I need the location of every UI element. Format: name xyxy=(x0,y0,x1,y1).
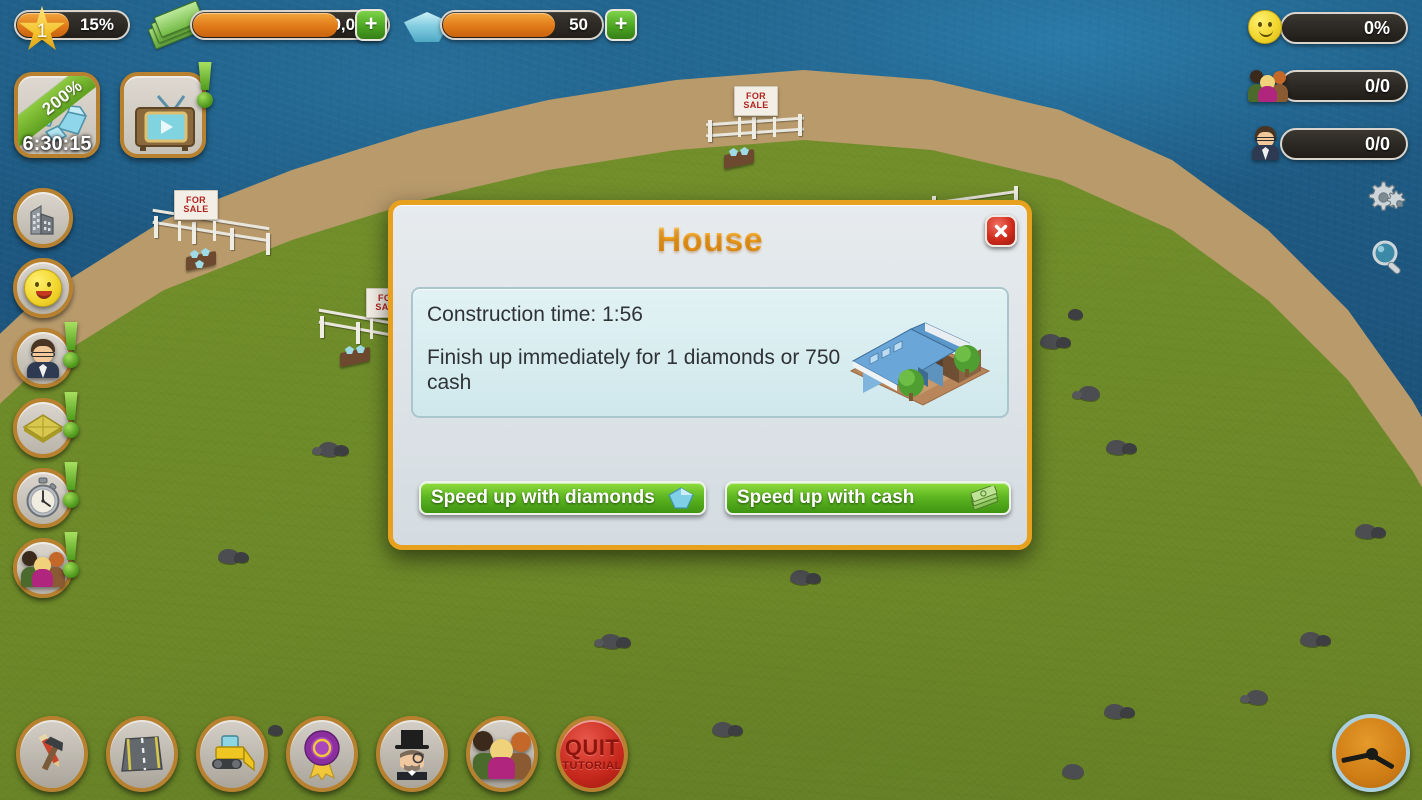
businessman-icon xyxy=(1248,126,1288,162)
speed-up-with-diamonds-button[interactable]: Speed up with diamonds xyxy=(419,481,706,515)
rosette-icon xyxy=(304,730,340,780)
stat-residents[interactable]: 0/0 xyxy=(1248,70,1408,102)
building-info-dialog: House Construction time: 1:56 Finish up … xyxy=(388,200,1032,550)
hammer-pencil-icon xyxy=(38,733,64,771)
boost-timer: 6:30:15 xyxy=(22,133,92,155)
bottom-item-bulldoze[interactable] xyxy=(196,716,268,792)
happiness-value: 0% xyxy=(1363,17,1390,38)
exclamation-badge-icon xyxy=(62,462,80,508)
smiley-face-icon xyxy=(1248,10,1288,46)
for-sale-line2: SALE xyxy=(183,204,209,214)
residents-icon xyxy=(473,729,531,779)
speed-up-diamonds-label: Speed up with diamonds xyxy=(431,487,655,508)
gear-icon[interactable] xyxy=(1364,176,1412,220)
close-icon[interactable] xyxy=(985,215,1017,247)
clock-icon[interactable] xyxy=(1332,714,1410,792)
page-title: House xyxy=(393,221,1027,260)
diamond-boost-tile[interactable]: 200% 6:30:15 xyxy=(14,72,100,158)
residents-icon xyxy=(1248,68,1288,104)
exclamation-badge-icon xyxy=(62,322,80,368)
top-hat-man-icon xyxy=(395,730,429,780)
cash-pill-fill xyxy=(193,13,339,37)
residents-icon xyxy=(21,549,65,587)
exclamation-badge-icon xyxy=(62,532,80,578)
land-plot-icon xyxy=(22,414,64,443)
bottom-item-population[interactable] xyxy=(466,716,538,792)
sidebar-item-buildings[interactable] xyxy=(13,188,73,248)
exclamation-badge-icon xyxy=(62,392,80,438)
diamond-value: 50 xyxy=(569,15,588,34)
bottom-item-roads[interactable] xyxy=(106,716,178,792)
bulldozer-icon xyxy=(212,735,255,772)
smiley-face-icon xyxy=(24,269,62,307)
construction-info-panel: Construction time: 1:56 Finish up immedi… xyxy=(411,287,1009,418)
speed-up-with-cash-button[interactable]: Speed up with cash xyxy=(725,481,1011,515)
diamond-counter[interactable]: 50 xyxy=(440,10,604,40)
video-ad-tile[interactable] xyxy=(120,72,206,158)
money-stack-icon xyxy=(969,486,999,510)
bottom-item-build[interactable] xyxy=(16,716,88,792)
for-sale-sign: FOR SALE xyxy=(174,190,218,241)
bottom-item-awards[interactable] xyxy=(286,716,358,792)
finish-cost-text: Finish up immediately for 1 diamonds or … xyxy=(427,346,841,394)
diamond-icon xyxy=(668,487,694,509)
stat-happiness[interactable]: 0% xyxy=(1248,10,1408,46)
diamond-cart xyxy=(340,344,374,368)
television-icon xyxy=(135,95,195,151)
stat-workers[interactable]: 0/0 xyxy=(1248,126,1408,162)
diamond-cart xyxy=(724,146,758,170)
house-isometric-icon xyxy=(849,322,991,406)
businessman-icon xyxy=(23,338,63,378)
for-sale-sign: FOR SALE xyxy=(734,86,778,137)
diamond-pill-fill xyxy=(443,13,555,37)
level-progress-label: 15% xyxy=(79,15,114,34)
bottom-item-mayor[interactable] xyxy=(376,716,448,792)
quit-label-line1: QUIT xyxy=(564,734,620,760)
magnifier-icon[interactable] xyxy=(1366,236,1410,280)
quit-label-line2: TUTORIAL xyxy=(562,759,622,772)
sidebar-item-happiness[interactable] xyxy=(13,258,73,318)
diamond-cart xyxy=(186,248,220,272)
workers-value: 0/0 xyxy=(1364,133,1390,154)
add-cash-button[interactable]: + xyxy=(355,9,387,41)
residents-value: 0/0 xyxy=(1364,75,1390,96)
skyscraper-icon xyxy=(30,204,54,235)
for-sale-line2: SALE xyxy=(743,100,769,110)
road-icon xyxy=(121,736,163,772)
construction-time-text: Construction time: 1:56 xyxy=(427,303,643,326)
quit-tutorial-button[interactable]: QUIT TUTORIAL xyxy=(556,716,628,792)
stopwatch-icon xyxy=(26,477,60,518)
speed-up-cash-label: Speed up with cash xyxy=(737,487,915,508)
add-diamonds-button[interactable]: + xyxy=(605,9,637,41)
exclamation-badge-icon xyxy=(196,62,214,108)
